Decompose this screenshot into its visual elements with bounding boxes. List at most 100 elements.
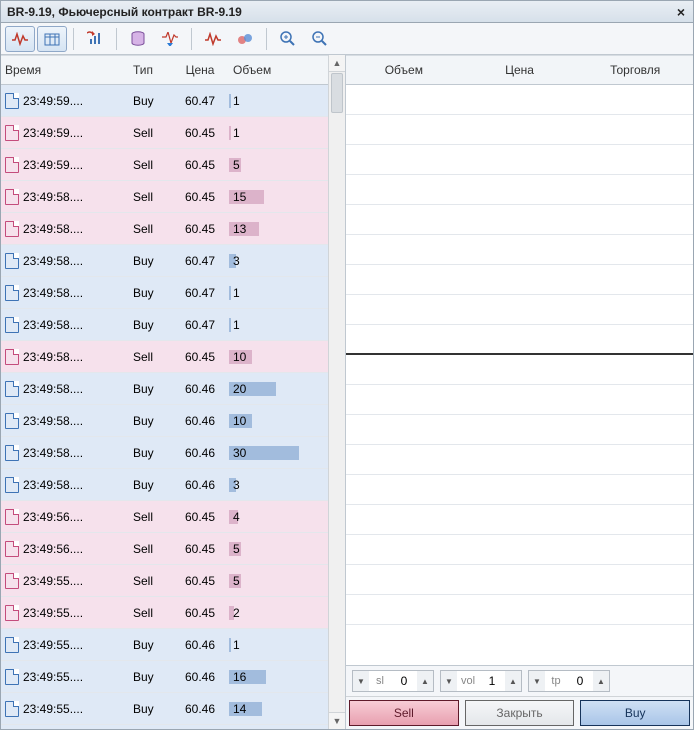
- file-icon: [5, 93, 19, 109]
- cell-type: Buy: [129, 414, 171, 428]
- cell-price: 60.45: [171, 606, 229, 620]
- tp-stepper[interactable]: ▼ tp 0 ▲: [528, 670, 610, 692]
- file-icon: [5, 413, 19, 429]
- close-button[interactable]: Закрыть: [465, 700, 575, 726]
- scroll-up-icon[interactable]: ▲: [329, 55, 345, 72]
- cell-type: Sell: [129, 350, 171, 364]
- th-time[interactable]: Время: [1, 63, 129, 77]
- cell-type: Sell: [129, 510, 171, 524]
- content: Время Тип Цена Объем 23:49:59....Buy60.4…: [1, 55, 693, 729]
- th-price[interactable]: Цена: [171, 63, 229, 77]
- cell-vol: 3: [229, 478, 299, 492]
- cell-type: Sell: [129, 542, 171, 556]
- toolbar-database[interactable]: [123, 26, 153, 52]
- dom-row[interactable]: [346, 325, 693, 355]
- tp-down[interactable]: ▼: [529, 671, 545, 691]
- trading-window: BR-9.19, Фьючерсный контракт BR-9.19 ×: [0, 0, 694, 730]
- dom-row[interactable]: [346, 205, 693, 235]
- toolbar-calendar[interactable]: [37, 26, 67, 52]
- toolbar-chart-toggle[interactable]: [5, 26, 35, 52]
- tick-row[interactable]: 23:49:55....Buy60.4614: [1, 693, 328, 725]
- cell-price: 60.45: [171, 222, 229, 236]
- th-dom-vol[interactable]: Объем: [346, 63, 462, 77]
- dom-row[interactable]: [346, 295, 693, 325]
- cell-vol: 1: [229, 94, 299, 108]
- tick-row[interactable]: 23:49:58....Buy60.471: [1, 309, 328, 341]
- th-dom-trade[interactable]: Торговля: [577, 63, 693, 77]
- dom-row[interactable]: [346, 235, 693, 265]
- dom-row[interactable]: [346, 595, 693, 625]
- tick-row[interactable]: 23:49:58....Buy60.463: [1, 469, 328, 501]
- dom-row[interactable]: [346, 505, 693, 535]
- cell-vol: 3: [229, 254, 299, 268]
- tick-row[interactable]: 23:49:58....Buy60.473: [1, 245, 328, 277]
- dom-row[interactable]: [346, 535, 693, 565]
- dom-row[interactable]: [346, 145, 693, 175]
- file-icon: [5, 317, 19, 333]
- tick-row[interactable]: 23:49:59....Buy60.471: [1, 85, 328, 117]
- dom-row[interactable]: [346, 115, 693, 145]
- tick-row[interactable]: 23:49:59....Sell60.451: [1, 117, 328, 149]
- dom-row[interactable]: [346, 355, 693, 385]
- scroll-thumb[interactable]: [331, 73, 343, 113]
- tick-row[interactable]: 23:49:58....Buy60.4610: [1, 405, 328, 437]
- vol-up[interactable]: ▲: [505, 671, 521, 691]
- cell-time: 23:49:58....: [1, 253, 129, 269]
- dom-row[interactable]: [346, 85, 693, 115]
- cell-vol: 15: [229, 190, 299, 204]
- sell-button[interactable]: Sell: [349, 700, 459, 726]
- th-dom-price[interactable]: Цена: [462, 63, 578, 77]
- close-icon[interactable]: ×: [673, 4, 689, 20]
- dom-row[interactable]: [346, 385, 693, 415]
- sl-stepper[interactable]: ▼ sl 0 ▲: [352, 670, 434, 692]
- tick-row[interactable]: 23:49:58....Sell60.4510: [1, 341, 328, 373]
- cell-vol: 30: [229, 446, 299, 460]
- cell-price: 60.46: [171, 382, 229, 396]
- dom-row[interactable]: [346, 475, 693, 505]
- toolbar-pulse-blue[interactable]: [155, 26, 185, 52]
- sl-down[interactable]: ▼: [353, 671, 369, 691]
- cell-vol: 5: [229, 574, 299, 588]
- tick-row[interactable]: 23:49:55....Sell60.452: [1, 597, 328, 629]
- tick-row[interactable]: 23:49:55....Buy60.4616: [1, 661, 328, 693]
- dom-row[interactable]: [346, 415, 693, 445]
- vol-down[interactable]: ▼: [441, 671, 457, 691]
- toolbar-sep: [191, 28, 192, 50]
- vol-stepper[interactable]: ▼ vol 1 ▲: [440, 670, 522, 692]
- toolbar-refresh-chart[interactable]: [80, 26, 110, 52]
- file-icon: [5, 477, 19, 493]
- tick-row[interactable]: 23:49:55....Sell60.455: [1, 565, 328, 597]
- tick-row[interactable]: 23:49:58....Buy60.4630: [1, 437, 328, 469]
- dom-row[interactable]: [346, 265, 693, 295]
- scrollbar[interactable]: ▲ ▼: [328, 55, 345, 729]
- toolbar-pulse-red[interactable]: [198, 26, 228, 52]
- tick-row[interactable]: 23:49:54....Buy60.467: [1, 725, 328, 729]
- sl-up[interactable]: ▲: [417, 671, 433, 691]
- toolbar-zoom-in[interactable]: [273, 26, 303, 52]
- cell-price: 60.47: [171, 94, 229, 108]
- tick-row[interactable]: 23:49:58....Sell60.4515: [1, 181, 328, 213]
- tick-row[interactable]: 23:49:58....Sell60.4513: [1, 213, 328, 245]
- dom-row[interactable]: [346, 445, 693, 475]
- tp-up[interactable]: ▲: [593, 671, 609, 691]
- tick-row[interactable]: 23:49:56....Sell60.455: [1, 533, 328, 565]
- tick-row[interactable]: 23:49:56....Sell60.454: [1, 501, 328, 533]
- tick-row[interactable]: 23:49:55....Buy60.461: [1, 629, 328, 661]
- th-vol[interactable]: Объем: [229, 63, 299, 77]
- toolbar-zoom-out[interactable]: [305, 26, 335, 52]
- scroll-down-icon[interactable]: ▼: [329, 712, 345, 729]
- dom-row[interactable]: [346, 565, 693, 595]
- tick-row[interactable]: 23:49:59....Sell60.455: [1, 149, 328, 181]
- titlebar: BR-9.19, Фьючерсный контракт BR-9.19 ×: [1, 1, 693, 23]
- cell-vol: 13: [229, 222, 299, 236]
- dom-row[interactable]: [346, 175, 693, 205]
- buy-button[interactable]: Buy: [580, 700, 690, 726]
- tick-row[interactable]: 23:49:58....Buy60.471: [1, 277, 328, 309]
- tick-row[interactable]: 23:49:58....Buy60.4620: [1, 373, 328, 405]
- th-type[interactable]: Тип: [129, 63, 171, 77]
- file-icon: [5, 637, 19, 653]
- cell-type: Buy: [129, 254, 171, 268]
- ticks-body: 23:49:59....Buy60.47123:49:59....Sell60.…: [1, 85, 328, 729]
- toolbar-bubbles[interactable]: [230, 26, 260, 52]
- file-icon: [5, 349, 19, 365]
